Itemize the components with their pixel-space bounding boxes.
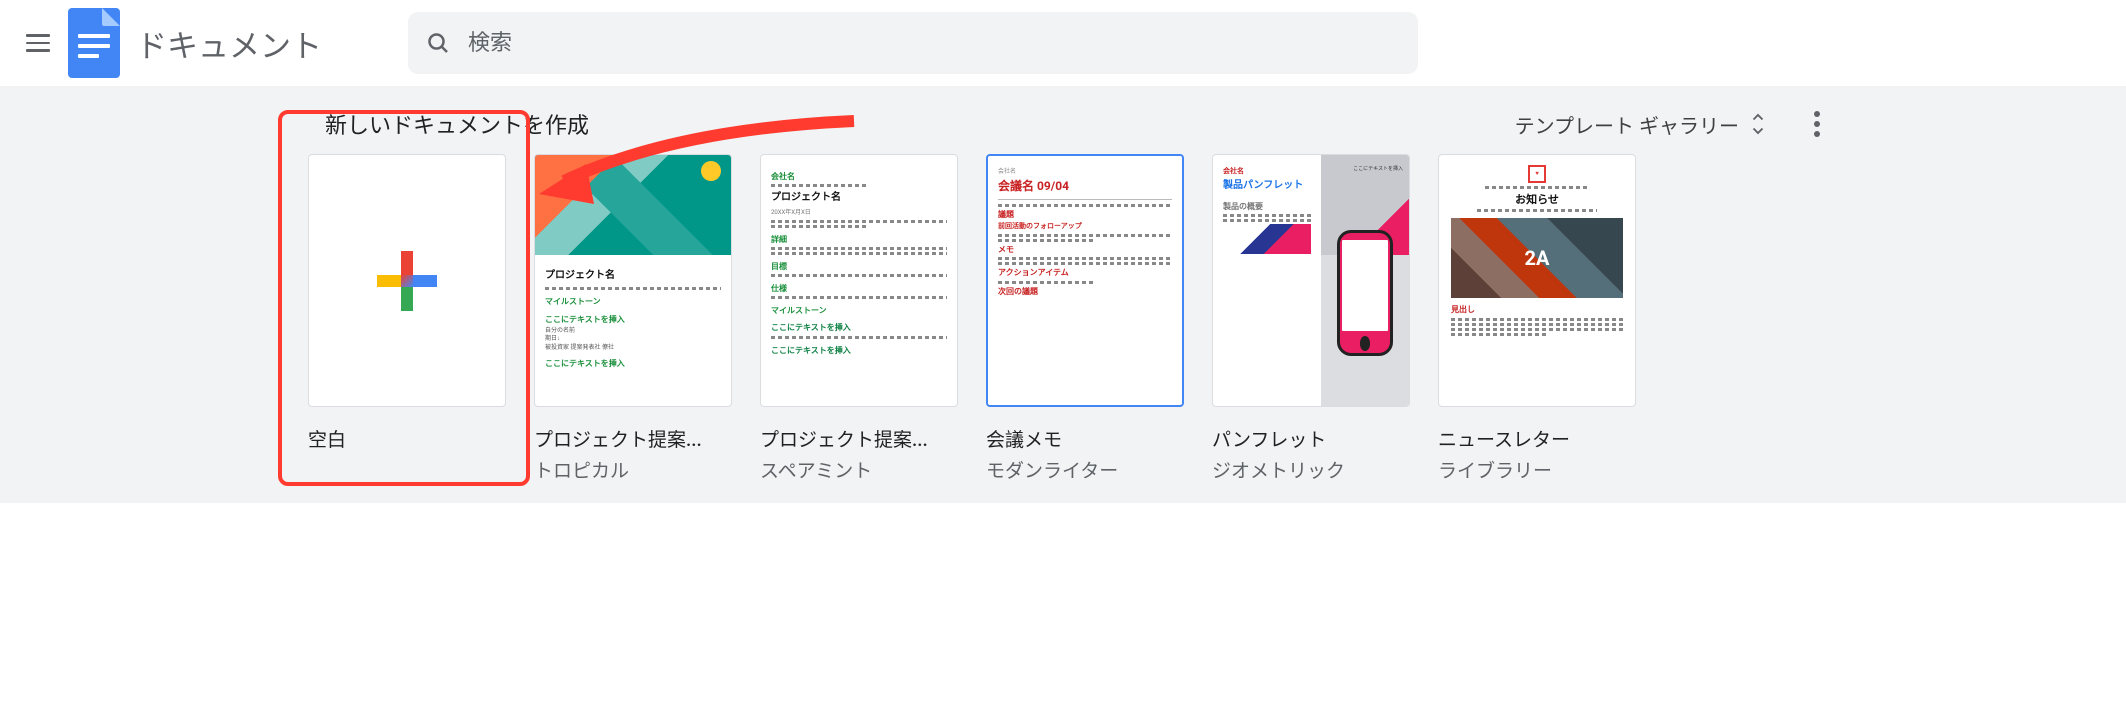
template-subtitle: ライブラリー	[1438, 456, 1636, 483]
template-blank[interactable]: 空白	[308, 154, 506, 483]
thumb-company: 会社名	[1223, 167, 1311, 177]
template-subtitle: スペアミント	[760, 456, 958, 483]
docs-logo-icon[interactable]	[68, 8, 120, 78]
template-subtitle: ジオメトリック	[1212, 456, 1410, 483]
template-title: プロジェクト提案...	[534, 425, 732, 452]
template-project-spearmint[interactable]: 会社名 プロジェクト名 20XX年X月X日 詳細 目標 仕様 マイルストーン こ…	[760, 154, 958, 483]
template-thumb	[308, 154, 506, 407]
main-menu-button[interactable]	[24, 29, 52, 57]
section-title: 新しいドキュメントを作成	[325, 108, 589, 140]
template-section: 新しいドキュメントを作成 テンプレート ギャラリー	[0, 86, 2126, 503]
template-newsletter[interactable]: ♥ お知らせ 2A 見出し ニュースレター ライブラリー	[1438, 154, 1636, 483]
template-subtitle: トロピカル	[534, 456, 732, 483]
search-icon	[426, 31, 450, 55]
template-title: プロジェクト提案...	[760, 425, 958, 452]
template-meeting-notes[interactable]: 会社名 会議名 09/04 議題 前回活動のフォローアップ メモ アクションアイ…	[986, 154, 1184, 483]
more-options-button[interactable]	[1793, 100, 1841, 148]
template-title: パンフレット	[1212, 425, 1410, 452]
template-thumb: 会社名 製品パンフレット 製品の概要 ここにテキストを挿入	[1212, 154, 1410, 407]
thumb-heading: 会議名 09/04	[998, 178, 1172, 195]
thumb-heading: プロジェクト名	[771, 191, 947, 205]
unfold-icon	[1749, 112, 1767, 136]
template-thumb: プロジェクト名 マイルストーン ここにテキストを挿入 自分の名前期日↓被投資家 …	[534, 154, 732, 407]
search-input[interactable]	[468, 30, 1400, 56]
template-subtitle: モダンライター	[986, 456, 1184, 483]
plus-icon	[377, 251, 437, 311]
app-title: ドキュメント	[136, 21, 322, 66]
gallery-label: テンプレート ギャラリー	[1515, 110, 1739, 139]
thumb-company: 会社名	[771, 171, 947, 182]
thumb-heading: 製品パンフレット	[1223, 179, 1311, 193]
template-title: 空白	[308, 425, 506, 452]
more-vert-icon	[1814, 111, 1820, 137]
template-project-tropical[interactable]: プロジェクト名 マイルストーン ここにテキストを挿入 自分の名前期日↓被投資家 …	[534, 154, 732, 483]
thumb-heading: お知らせ	[1451, 192, 1623, 207]
template-title: ニュースレター	[1438, 425, 1636, 452]
template-gallery-button[interactable]: テンプレート ギャラリー	[1503, 102, 1779, 147]
template-thumb: 会社名 会議名 09/04 議題 前回活動のフォローアップ メモ アクションアイ…	[986, 154, 1184, 407]
search-bar[interactable]	[408, 12, 1418, 74]
template-thumb: ♥ お知らせ 2A 見出し	[1438, 154, 1636, 407]
template-title: 会議メモ	[986, 425, 1184, 452]
thumb-company: 会社名	[998, 168, 1172, 176]
template-brochure[interactable]: 会社名 製品パンフレット 製品の概要 ここにテキストを挿入 パンフレット ジオメ…	[1212, 154, 1410, 483]
app-header: ドキュメント	[0, 0, 2126, 86]
thumb-heading: プロジェクト名	[545, 269, 721, 283]
template-thumb: 会社名 プロジェクト名 20XX年X月X日 詳細 目標 仕様 マイルストーン こ…	[760, 154, 958, 407]
